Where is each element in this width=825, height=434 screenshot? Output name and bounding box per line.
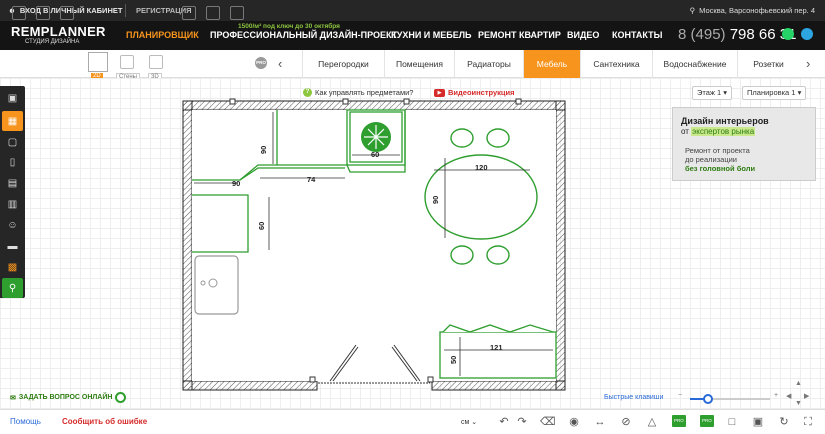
unit-select[interactable]: см ⌄ [461,418,477,426]
sofa-category-icon[interactable]: ▣ [2,88,23,108]
question-icon: ? [303,88,312,97]
zoom-handle[interactable] [702,394,713,404]
refresh-icon[interactable]: ↻ [778,416,790,428]
dim-90-horizontal: 90 [232,179,240,188]
layout-select[interactable]: Планировка 1 ▾ [742,86,807,100]
ad-banner[interactable]: Дизайн интерьеров от экспертов рынка Рем… [672,107,816,181]
pro-badge: PRO [672,415,686,427]
visibility-toggle-icon[interactable]: ◉ [568,416,580,428]
zoom-slider[interactable] [690,394,770,404]
dim-121: 121 [490,343,503,352]
edit-pro-icon[interactable]: ✎PRO [672,415,686,428]
tv-category-icon[interactable]: ▢ [2,132,23,152]
report-error-button[interactable]: Сообщить об ошибке [62,417,147,426]
gym-category-icon[interactable]: ▬ [2,236,23,256]
unit-value: см [461,419,470,426]
kitchen-category-icon[interactable]: ▥ [2,194,23,214]
pan-up-icon[interactable]: ▲ [795,380,802,387]
ad-subtitle-highlight: экспертов рынка [691,127,756,136]
grid-category-icon[interactable]: ▩ [2,257,23,277]
video-label: Видеоинструкция [448,88,515,97]
help-label: Как управлять предметами? [315,88,414,97]
zoom-in-icon[interactable]: + [774,392,778,399]
dim-60-vertical: 60 [257,222,266,230]
pro-badge: PRO [700,415,714,427]
chevron-down-icon: ▾ [723,88,728,97]
ad-tagline: без головной боли [685,164,756,173]
measure-icon[interactable]: △ [646,416,658,428]
fullscreen-icon[interactable]: ⛶ [802,416,814,428]
person-category-icon[interactable]: ☺ [2,215,23,235]
ask-online-button[interactable]: ✉ ЗАДАТЬ ВОПРОС ОНЛАЙН [10,392,127,403]
hotkeys-link[interactable]: Быстрые клавиши [604,394,663,401]
video-link[interactable]: ▶ Видеоинструкция [434,88,515,97]
dim-60-freezer: 60 [371,150,379,159]
pan-down-icon[interactable]: ▼ [795,400,802,407]
online-indicator [115,392,127,403]
pan-right-icon[interactable]: ▶ [804,392,809,400]
dimensions-toggle-icon[interactable]: ↔ [594,416,606,428]
redo-icon[interactable]: ↷ [516,416,528,428]
select-area-icon[interactable]: □ [726,416,738,428]
dim-74: 74 [307,175,316,184]
youtube-icon: ▶ [434,88,445,97]
zoom-out-icon[interactable]: − [678,392,682,399]
bed-category-icon[interactable]: ▤ [2,173,23,193]
ad-subtitle: от экспертов рынка [681,127,756,136]
comment-pro-icon[interactable]: ▢PRO [700,415,714,428]
floor-plan[interactable]: 90 90 74 60 60 120 90 121 50 [0,0,825,434]
dim-120: 120 [475,163,488,172]
ask-online-label: ЗАДАТЬ ВОПРОС ОНЛАЙН [18,394,113,401]
screenshot-icon[interactable]: ▣ [752,416,764,428]
wardrobe-category-icon[interactable]: ▯ [2,152,23,172]
chevron-down-icon: ▾ [797,88,802,97]
layout-select-value: Планировка 1 [747,88,796,97]
search-icon[interactable]: ⚲ [2,278,23,298]
dim-90-vertical: 90 [259,146,268,154]
hide-toggle-icon[interactable]: ⊘ [620,416,632,428]
ad-body-line1: Ремонт от проекта [685,146,750,155]
ad-title: Дизайн интерьеров [681,116,769,126]
floor-select-value: Этаж 1 [697,88,722,97]
chat-icon: ✉ [10,394,16,402]
dim-50: 50 [449,356,458,364]
help-link[interactable]: ? Как управлять предметами? [303,88,413,97]
help-button[interactable]: Помощь [10,417,41,426]
ad-subtitle-prefix: от [681,127,689,136]
bottom-bar: Помощь Сообщить об ошибке см ⌄ ↶ ↷ ⌫ ◉ ↔… [0,409,825,434]
undo-icon[interactable]: ↶ [498,416,510,428]
ad-body-line2: до реализации [685,155,737,164]
pan-left-icon[interactable]: ◀ [786,392,791,400]
trash-icon[interactable]: ⌫ [540,416,556,428]
dim-90-table: 90 [431,196,440,204]
sink[interactable] [194,255,239,315]
floor-select[interactable]: Этаж 1 ▾ [692,86,733,100]
ad-body: Ремонт от проекта до реализации [685,146,750,164]
dining-category-icon[interactable]: ▦ [2,111,23,131]
